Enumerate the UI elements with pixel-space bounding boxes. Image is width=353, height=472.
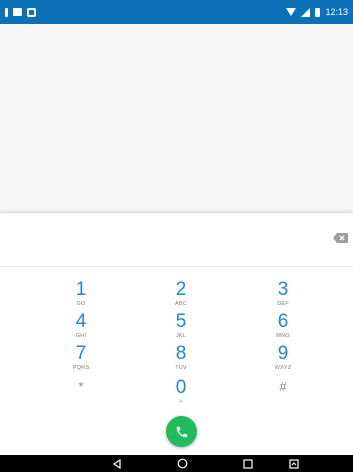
recent-calls-area: [0, 24, 353, 213]
key-digit: 1: [75, 279, 87, 300]
backspace-icon[interactable]: [333, 233, 348, 243]
phone-icon: [176, 426, 187, 437]
status-left-icons: [5, 7, 36, 17]
digits-row: [0, 213, 353, 267]
key-letters: ABC: [175, 301, 187, 307]
message-icon: [13, 8, 22, 16]
battery-icon: [315, 7, 321, 17]
key-letters: MNO: [276, 333, 290, 339]
wifi-icon: [286, 8, 297, 16]
key-letters: PQRS: [72, 365, 90, 371]
key-digit: 9: [277, 343, 289, 364]
key-letters: TUV: [175, 365, 187, 371]
key-digit: 6: [277, 311, 289, 332]
home-icon[interactable]: [175, 457, 189, 470]
key-letters: +: [179, 399, 183, 405]
key-star[interactable]: *: [41, 376, 121, 416]
key-letters: GHI: [75, 333, 87, 339]
key-letters: GO: [76, 301, 86, 307]
key-letters: WXYZ: [274, 365, 292, 371]
digits-input[interactable]: [20, 223, 304, 257]
key-digit: 4: [75, 311, 87, 332]
key-0[interactable]: 0 +: [141, 378, 221, 418]
recents-icon[interactable]: [241, 457, 255, 470]
status-right-icons: 12:13: [286, 7, 348, 17]
key-hash[interactable]: #: [243, 376, 323, 416]
key-digit: 3: [277, 279, 289, 300]
key-digit: 7: [75, 343, 87, 364]
call-button[interactable]: [166, 416, 197, 447]
screenshot-icon[interactable]: [287, 457, 301, 470]
key-digit: #: [279, 379, 287, 394]
key-letters: JKL: [175, 333, 187, 339]
back-icon[interactable]: [110, 457, 124, 470]
photo-icon: [27, 7, 36, 17]
navigation-bar: [0, 455, 353, 472]
key-digit: 0: [175, 377, 187, 398]
status-bar: 12:13: [0, 0, 353, 24]
key-letters: DEF: [277, 301, 289, 307]
signal-icon: [301, 7, 311, 17]
key-digit: *: [78, 379, 84, 394]
key-digit: 5: [175, 311, 187, 332]
key-digit: 2: [175, 279, 187, 300]
notification-icon: [5, 7, 8, 17]
status-time: 12:13: [325, 7, 348, 17]
key-digit: 8: [175, 343, 187, 364]
